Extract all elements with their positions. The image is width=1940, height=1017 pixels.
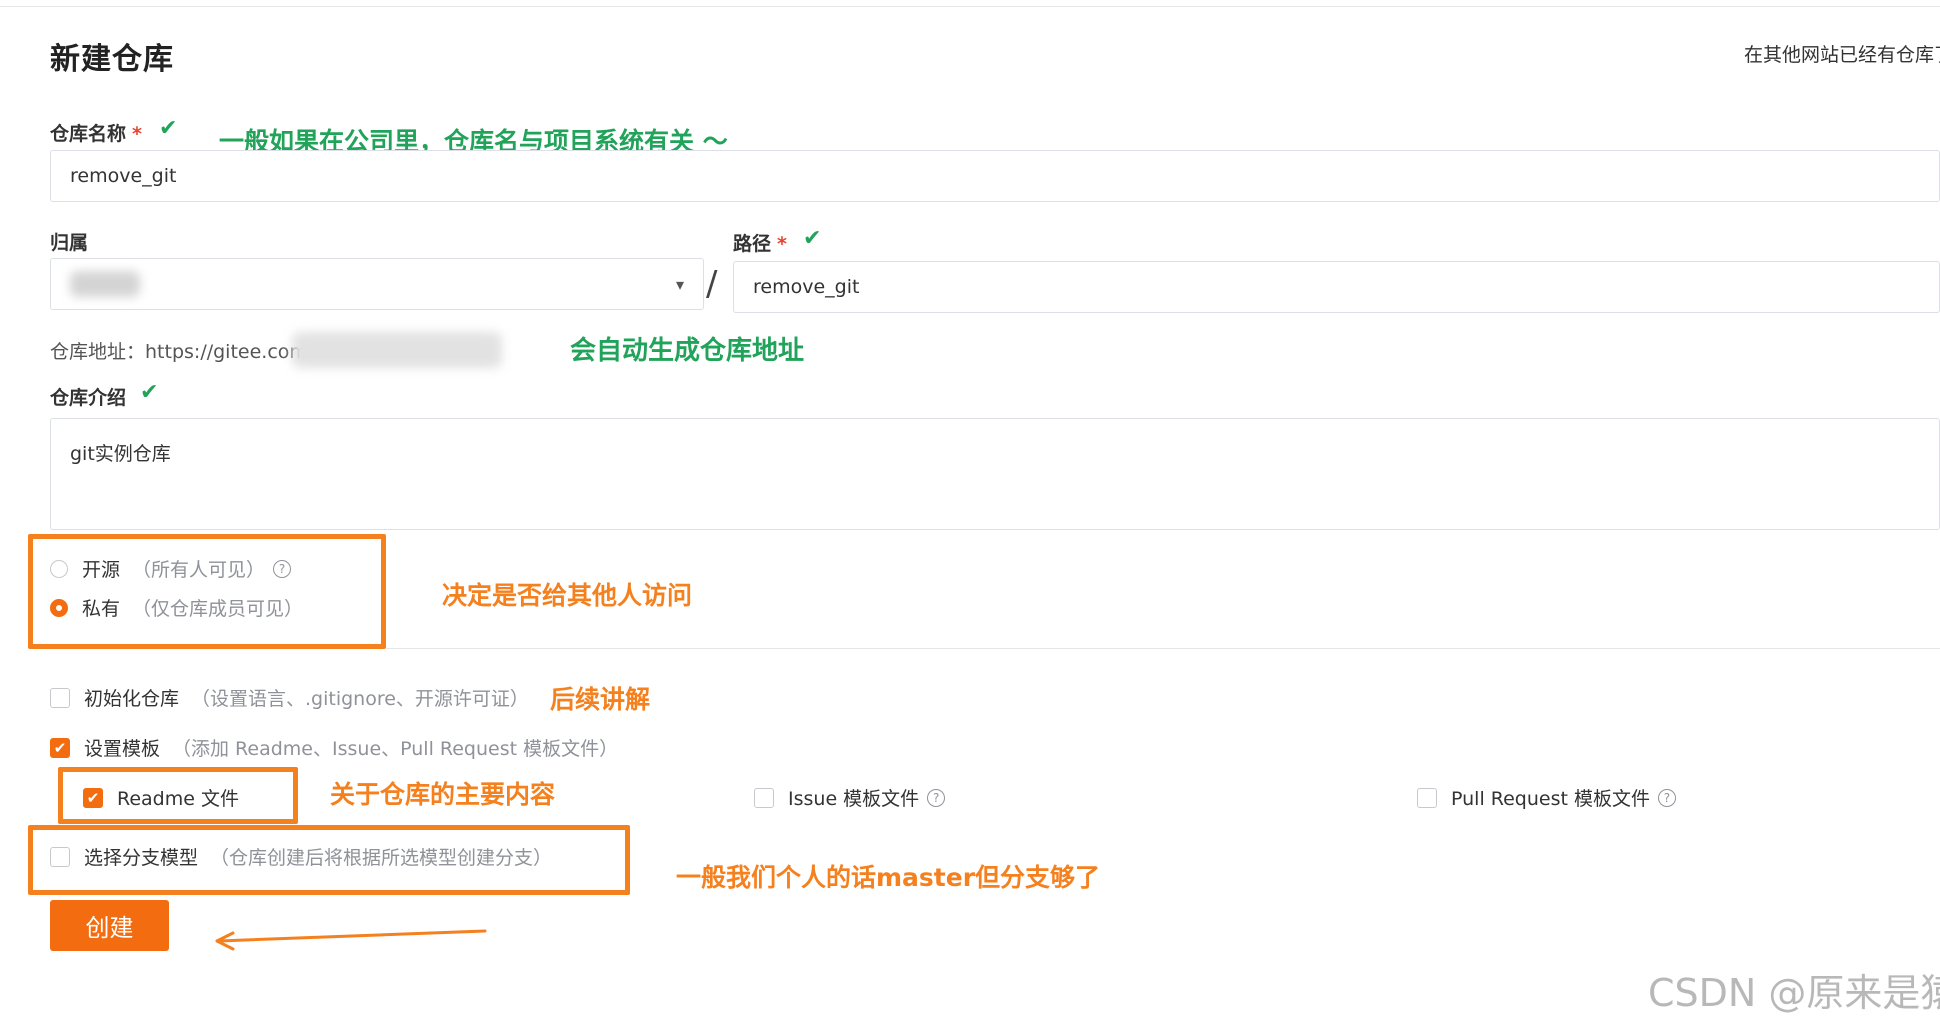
readme-annotation: 关于仓库的主要内容 bbox=[330, 780, 556, 809]
repo-name-label-text: 仓库名称 bbox=[50, 123, 127, 145]
radio-public[interactable] bbox=[50, 559, 68, 578]
path-label: 路径 * bbox=[733, 229, 787, 256]
issue-template-checkbox[interactable] bbox=[754, 787, 774, 808]
path-value: remove_git bbox=[753, 276, 860, 298]
arrow-annotation bbox=[215, 929, 487, 951]
init-repo-option[interactable]: 初始化仓库 （设置语言、.gitignore、开源许可证） bbox=[50, 684, 529, 711]
required-mark: * bbox=[132, 123, 142, 145]
branch-model-option[interactable]: 选择分支模型 （仓库创建后将根据所选模型创建分支） bbox=[50, 843, 552, 870]
visibility-private-hint: （仅仓库成员可见） bbox=[132, 598, 304, 620]
readme-checkbox[interactable]: ✔ bbox=[83, 787, 103, 808]
repo-address-url: https://gitee.com bbox=[145, 341, 308, 363]
top-divider bbox=[0, 6, 1940, 7]
create-button[interactable]: 创建 bbox=[50, 900, 169, 951]
branch-model-annotation: 一般我们个人的话master但分支够了 bbox=[676, 863, 1101, 892]
description-value: git实例仓库 bbox=[70, 443, 171, 465]
template-label: 设置模板 bbox=[84, 738, 161, 760]
chevron-down-icon: ▾ bbox=[675, 274, 684, 294]
owner-avatar bbox=[70, 271, 140, 297]
template-hint: （添加 Readme、Issue、Pull Request 模板文件） bbox=[172, 738, 619, 760]
branch-model-checkbox[interactable] bbox=[50, 846, 70, 867]
visibility-public-hint: （所有人可见） bbox=[132, 559, 266, 581]
init-repo-label: 初始化仓库 bbox=[84, 688, 180, 710]
pr-template-checkbox[interactable] bbox=[1417, 787, 1437, 808]
branch-model-hint: （仓库创建后将根据所选模型创建分支） bbox=[210, 847, 553, 869]
visibility-option-private[interactable]: 私有 （仅仓库成员可见） bbox=[50, 594, 303, 621]
init-repo-checkbox[interactable] bbox=[50, 687, 70, 708]
description-textarea[interactable]: git实例仓库 bbox=[50, 418, 1940, 530]
path-separator: / bbox=[706, 264, 718, 304]
path-label-text: 路径 bbox=[733, 233, 772, 255]
owner-select[interactable]: ▾ bbox=[50, 258, 704, 310]
page-title: 新建仓库 bbox=[50, 42, 174, 77]
arrow-shaft bbox=[217, 929, 487, 943]
repo-address: 仓库地址：https://gitee.com bbox=[50, 337, 308, 364]
help-icon[interactable]: ? bbox=[927, 788, 946, 807]
description-label: 仓库介绍 bbox=[50, 387, 127, 409]
repo-address-annotation: 会自动生成仓库地址 bbox=[570, 336, 805, 366]
template-item-readme[interactable]: ✔ Readme 文件 bbox=[83, 784, 239, 811]
section-divider bbox=[386, 648, 1940, 649]
visibility-annotation: 决定是否给其他人访问 bbox=[442, 581, 693, 610]
radio-private[interactable] bbox=[50, 598, 68, 617]
init-repo-annotation: 后续讲解 bbox=[550, 685, 651, 714]
visibility-public-label: 开源 bbox=[82, 559, 121, 581]
import-repo-link[interactable]: 在其他网站已经有仓库了 bbox=[1744, 40, 1940, 67]
template-item-pull-request[interactable]: Pull Request 模板文件 ? bbox=[1417, 784, 1676, 811]
redacted-url-part bbox=[292, 332, 502, 368]
path-input[interactable]: remove_git bbox=[733, 261, 1940, 313]
help-icon[interactable]: ? bbox=[273, 559, 292, 578]
valid-check-icon: ✔ bbox=[140, 380, 159, 405]
branch-model-label: 选择分支模型 bbox=[84, 847, 199, 869]
valid-check-icon: ✔ bbox=[159, 116, 178, 141]
valid-check-icon: ✔ bbox=[803, 226, 822, 251]
csdn-watermark: CSDN @原来是猿 bbox=[1648, 971, 1940, 1015]
template-checkbox[interactable]: ✔ bbox=[50, 737, 70, 758]
visibility-option-public[interactable]: 开源 （所有人可见） ? bbox=[50, 555, 292, 582]
template-item-issue[interactable]: Issue 模板文件 ? bbox=[754, 784, 946, 811]
template-option[interactable]: ✔ 设置模板 （添加 Readme、Issue、Pull Request 模板文… bbox=[50, 734, 618, 761]
pr-template-label: Pull Request 模板文件 bbox=[1451, 788, 1650, 810]
owner-label: 归属 bbox=[50, 232, 89, 254]
repo-name-label: 仓库名称 * bbox=[50, 119, 142, 146]
required-mark: * bbox=[777, 233, 787, 255]
repo-address-label: 仓库地址： bbox=[50, 341, 146, 363]
repo-name-value: remove_git bbox=[70, 165, 177, 187]
visibility-private-label: 私有 bbox=[82, 598, 121, 620]
help-icon[interactable]: ? bbox=[1657, 788, 1676, 807]
repo-name-input[interactable]: remove_git bbox=[50, 150, 1940, 202]
init-repo-hint: （设置语言、.gitignore、开源许可证） bbox=[191, 688, 529, 710]
visibility-highlight-box bbox=[28, 534, 386, 649]
issue-template-label: Issue 模板文件 bbox=[788, 788, 920, 810]
readme-label: Readme 文件 bbox=[117, 788, 239, 810]
